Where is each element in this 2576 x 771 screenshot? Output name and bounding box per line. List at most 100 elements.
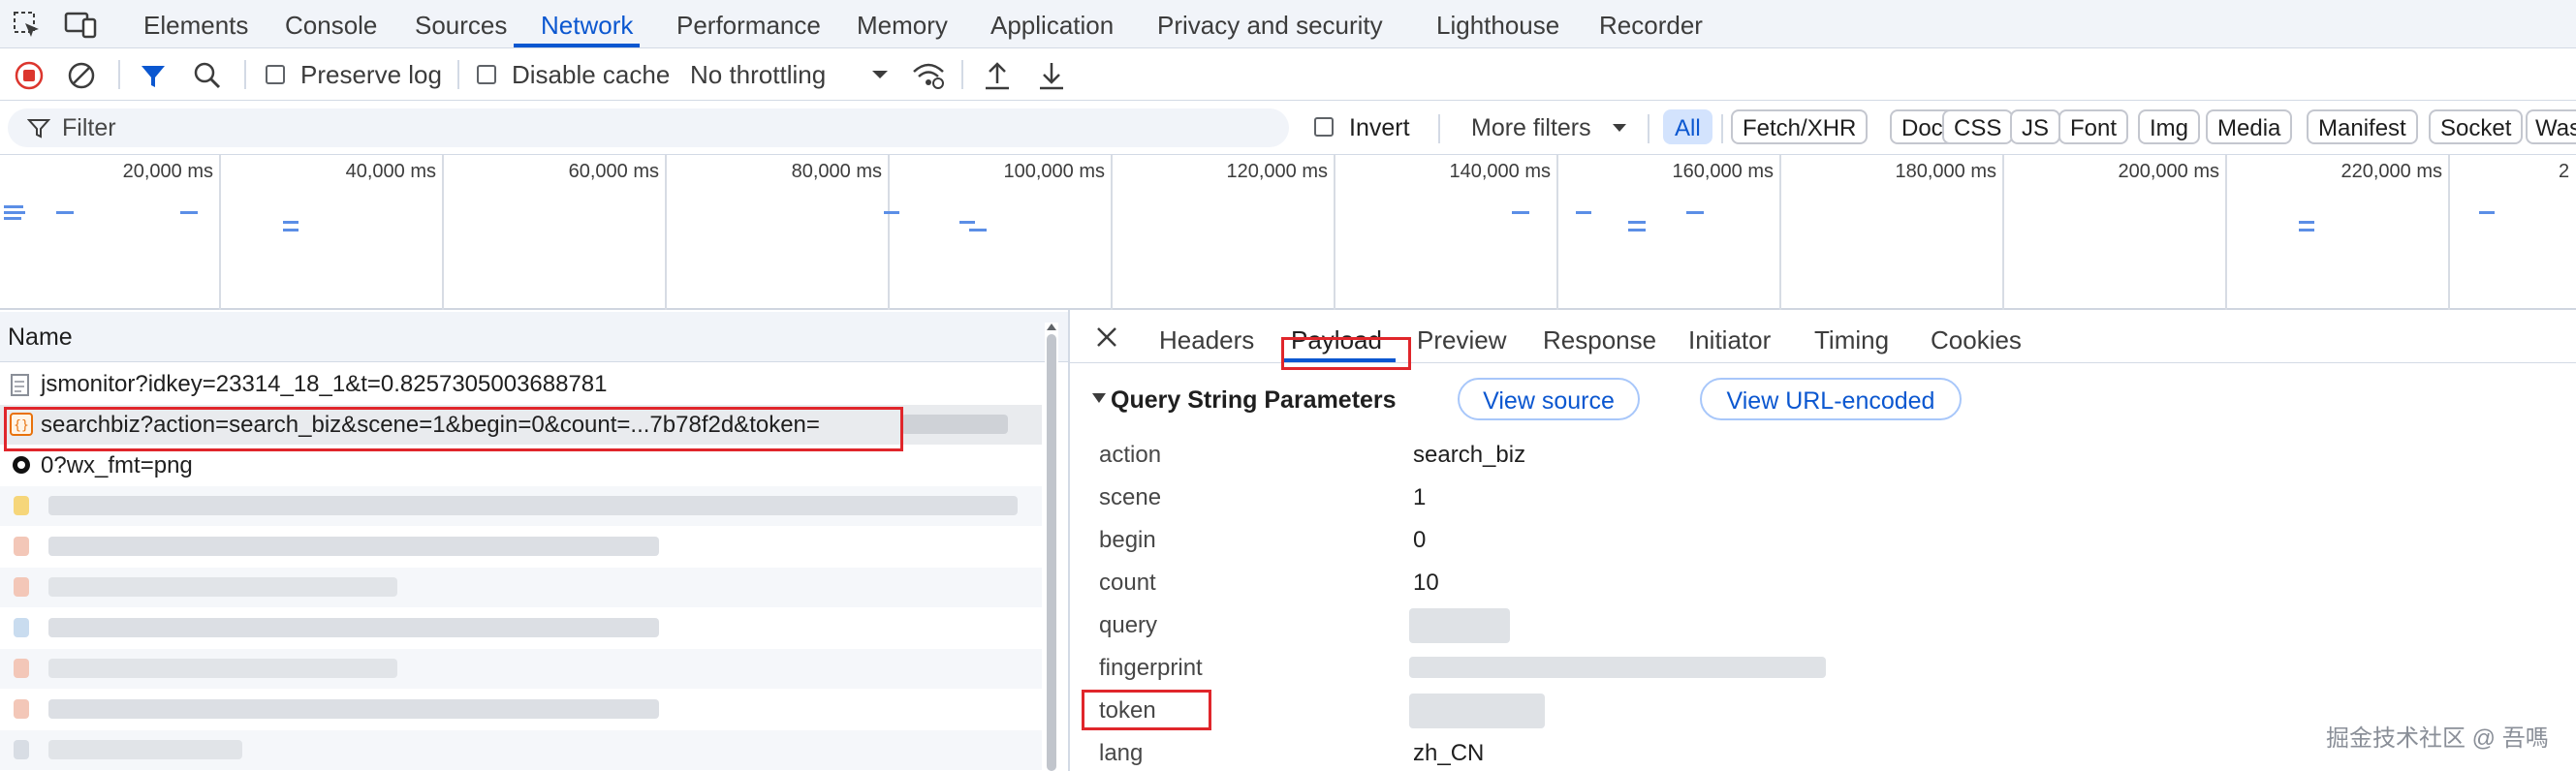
type-filter-font[interactable]: Font — [2058, 109, 2129, 144]
request-name: jsmonitor?idkey=23314_18_1&t=0.825730500… — [41, 371, 608, 397]
timeline-tick-label: 140,000 ms — [1449, 161, 1551, 182]
tab-response[interactable]: Response — [1543, 310, 1656, 363]
param-key: lang — [1099, 740, 1144, 766]
stop-recording-icon[interactable] — [14, 60, 45, 91]
timeline-gridline — [2002, 155, 2004, 310]
timeline-request-bar — [1628, 221, 1646, 224]
tab-initiator[interactable]: Initiator — [1688, 310, 1771, 363]
more-filters-button[interactable]: More filters — [1471, 108, 1591, 147]
watermark: 掘金技术社区 @ 吾嗎 — [2326, 725, 2549, 752]
type-filter-fetch-xhr[interactable]: Fetch/XHR — [1731, 109, 1869, 144]
param-value: 10 — [1413, 570, 1439, 596]
timeline-request-bar — [1512, 211, 1529, 214]
timeline-request-bar — [1686, 211, 1704, 214]
tab-lighthouse[interactable]: Lighthouse — [1436, 0, 1559, 48]
redacted-name — [48, 537, 659, 556]
timeline-tick-label: 20,000 ms — [122, 161, 213, 182]
filter-input[interactable] — [8, 108, 1289, 147]
type-filter-css[interactable]: CSS — [1942, 109, 2014, 144]
redacted-icon — [14, 740, 29, 759]
panel-splitter[interactable] — [1068, 310, 1070, 771]
tab-elements[interactable]: Elements — [143, 0, 248, 48]
type-filter-socket[interactable]: Socket — [2429, 109, 2524, 144]
tab-network[interactable]: Network — [541, 0, 633, 48]
invert-label: Invert — [1349, 114, 1410, 141]
redacted-name — [48, 496, 1018, 515]
redacted-icon — [14, 699, 29, 719]
timeline-gridline — [1556, 155, 1558, 310]
timeline-request-bar — [1628, 229, 1646, 231]
timeline-request-bar — [884, 211, 899, 214]
name-column-header[interactable] — [0, 312, 1068, 362]
timeline-request-bar — [1576, 211, 1591, 214]
param-key: scene — [1099, 484, 1162, 510]
tab-headers[interactable]: Headers — [1159, 310, 1254, 363]
scroll-up-arrow-icon[interactable] — [1046, 322, 1057, 331]
timeline-gridline — [1334, 155, 1335, 310]
tab-privacy-and-security[interactable]: Privacy and security — [1157, 0, 1383, 48]
preserve-log-checkbox[interactable] — [266, 65, 285, 84]
view-source-button[interactable]: View source — [1458, 378, 1640, 420]
device-toolbar-icon[interactable] — [64, 10, 99, 41]
search-icon[interactable] — [192, 60, 223, 91]
filter-funnel-icon[interactable] — [138, 60, 169, 91]
param-key: begin — [1099, 527, 1156, 553]
timeline-gridline — [2448, 155, 2450, 310]
timeline-gridline — [1111, 155, 1113, 310]
chevron-down-icon[interactable] — [870, 68, 890, 81]
type-filter-img[interactable]: Img — [2138, 109, 2201, 144]
close-icon[interactable] — [1095, 325, 1118, 349]
request-name: 0?wx_fmt=png — [41, 452, 193, 478]
filter-placeholder: Filter — [62, 114, 116, 141]
redacted-param-value — [1409, 608, 1510, 643]
collapse-triangle-icon[interactable] — [1091, 391, 1107, 405]
type-filter-js[interactable]: JS — [2010, 109, 2061, 144]
tab-cookies[interactable]: Cookies — [1931, 310, 2022, 363]
timeline-request-bar — [2299, 221, 2314, 224]
tab-application[interactable]: Application — [990, 0, 1114, 48]
param-value: 0 — [1413, 527, 1427, 553]
timeline-gridline — [442, 155, 444, 310]
timeline-tick-label: 100,000 ms — [1003, 161, 1105, 182]
timeline-request-bar — [2479, 211, 2495, 214]
timeline-tick-label: 2 — [2559, 161, 2570, 182]
timeline-request-bar — [180, 211, 198, 214]
redacted-icon — [14, 537, 29, 556]
timeline-tick-label: 80,000 ms — [791, 161, 882, 182]
redacted-token — [901, 415, 1008, 434]
scrollbar-thumb[interactable] — [1047, 334, 1056, 771]
toolbar-divider — [961, 60, 963, 89]
type-filter-media[interactable]: Media — [2206, 109, 2293, 144]
import-har-icon[interactable] — [983, 60, 1012, 91]
tab-preview[interactable]: Preview — [1417, 310, 1506, 363]
clear-icon[interactable] — [66, 60, 97, 91]
tab-sources[interactable]: Sources — [415, 0, 507, 48]
redacted-name — [48, 740, 242, 759]
tab-memory[interactable]: Memory — [857, 0, 948, 48]
filter-icon — [27, 116, 50, 139]
redacted-icon — [14, 577, 29, 597]
redacted-name — [48, 699, 659, 719]
invert-checkbox[interactable] — [1314, 117, 1334, 137]
disable-cache-checkbox[interactable] — [477, 65, 496, 84]
document-icon — [10, 374, 31, 397]
type-filter-wasm[interactable]: Was — [2526, 109, 2576, 144]
type-filter-manifest[interactable]: Manifest — [2307, 109, 2418, 144]
redacted-param-value — [1409, 694, 1545, 728]
throttling-select[interactable]: No throttling — [690, 48, 826, 101]
timeline-tick-label: 120,000 ms — [1226, 161, 1328, 182]
tab-performance[interactable]: Performance — [676, 0, 821, 48]
timeline-request-bar — [283, 221, 298, 224]
tab-recorder[interactable]: Recorder — [1599, 0, 1703, 48]
view-url-encoded-button[interactable]: View URL-encoded — [1700, 378, 1962, 420]
timeline-gridline — [1779, 155, 1781, 310]
export-har-icon[interactable] — [1037, 60, 1066, 91]
network-conditions-icon[interactable] — [911, 60, 946, 91]
tab-timing[interactable]: Timing — [1814, 310, 1889, 363]
section-title[interactable]: Query String Parameters — [1111, 384, 1397, 416]
tab-console[interactable]: Console — [285, 0, 377, 48]
type-filter-all[interactable]: All — [1663, 109, 1712, 144]
chevron-down-icon[interactable] — [1611, 122, 1628, 134]
inspect-element-icon[interactable] — [12, 10, 43, 41]
redacted-name — [48, 618, 659, 637]
